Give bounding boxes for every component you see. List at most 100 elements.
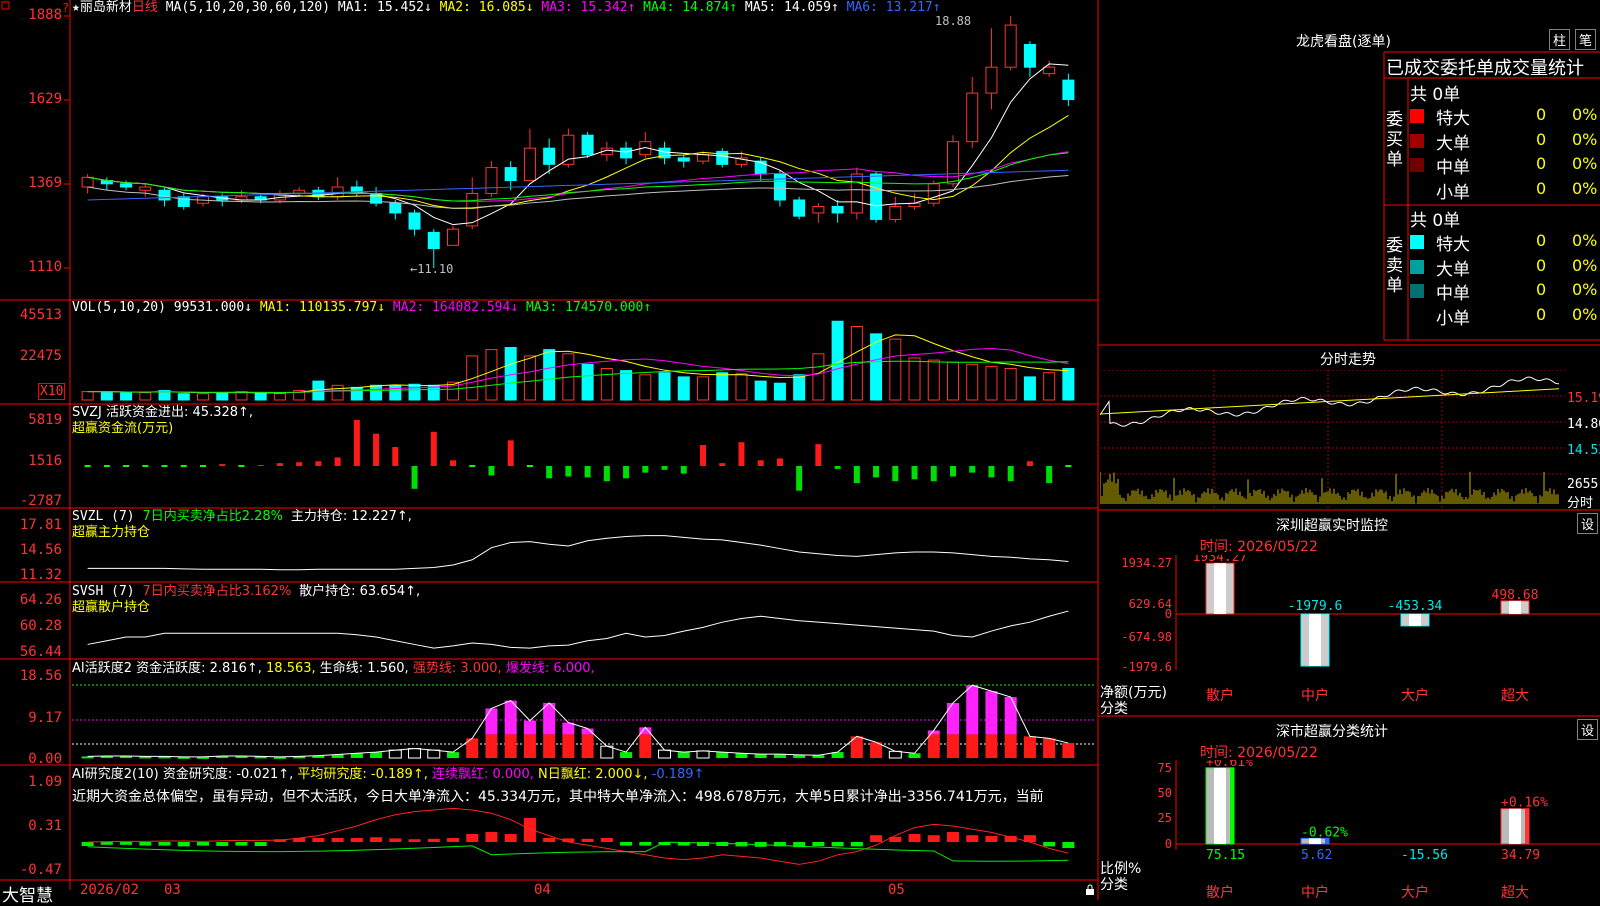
sc-time: 时间: 2026/05/22 (1200, 745, 1318, 761)
average-line (87, 841, 1069, 862)
fund-inflow-bar (219, 464, 226, 466)
strong-bar (947, 734, 959, 758)
order-percent: 0% (1572, 105, 1598, 124)
volume-bar-down (620, 370, 633, 401)
stock-name[interactable]: 丽岛新材 (80, 0, 132, 15)
volume-bar-down (350, 386, 363, 401)
period-label[interactable]: 日线 (132, 0, 158, 15)
fund-inflow-bar (334, 457, 341, 466)
bar-view-button[interactable]: 柱 (1549, 29, 1571, 50)
strong-bar (985, 734, 998, 758)
ai-activity-chart[interactable] (72, 676, 1096, 762)
weak-bar (620, 752, 633, 758)
ai-research-chart[interactable] (72, 804, 1096, 878)
intraday-chart[interactable] (1100, 370, 1565, 508)
candle-up (485, 167, 498, 195)
volume-chart[interactable] (72, 316, 1096, 402)
candle-down (120, 183, 133, 188)
sz-bar-highlight (1409, 614, 1421, 626)
burst-bar (523, 720, 536, 735)
research-pos-bar (523, 818, 536, 842)
fund-inflow-bar (776, 458, 783, 466)
research-neg-bar (197, 842, 209, 846)
candle-down (620, 147, 633, 159)
app-logo[interactable]: 大智慧 (2, 881, 53, 906)
vol-ma3-line (87, 360, 1069, 393)
star-icon[interactable]: ★ (72, 0, 80, 15)
fund-flow-dash (526, 465, 533, 467)
fund-inflow-bar (815, 444, 822, 466)
lock-icon[interactable] (1085, 884, 1095, 896)
weak-bar (735, 753, 748, 758)
intraday-title: 分时走势 (1320, 352, 1376, 368)
volume-bar-up (1004, 368, 1017, 401)
strong-bar (1023, 736, 1036, 758)
ma20-line (87, 151, 1069, 203)
research-pos-bar (485, 832, 498, 842)
burst-bar (947, 702, 959, 735)
candle-up (447, 228, 459, 246)
sc-bar-highlight (1509, 808, 1521, 844)
research-neg-bar (177, 842, 190, 847)
order-row: 小单 0 0% (1410, 304, 1600, 329)
sz-net-amount-chart[interactable]: 1934.27629.640-674.98-1979.61934.27-1979… (1100, 555, 1600, 715)
life-bar (408, 748, 422, 759)
order-size-label: 中单 (1436, 284, 1470, 304)
fund-outflow-bar (969, 466, 976, 473)
research-pos-bar (870, 835, 883, 842)
volume-bar-up (927, 359, 940, 401)
strong-bar (1062, 743, 1075, 758)
volume-bar-up (81, 391, 94, 401)
weak-bar (908, 753, 921, 758)
color-swatch (1410, 183, 1424, 197)
sc-ratio-chart[interactable]: 75 50 25 0 +0.61% 75.15 散户 -0.62% 5.62 中户 -15.56 大户… (1100, 760, 1600, 900)
air-value: AI研究度2(10) 资金研究度: -0.021↑, (72, 767, 294, 782)
research-neg-bar (158, 842, 171, 846)
fund-outflow-bar (488, 466, 495, 476)
life-bar (888, 750, 902, 759)
sc-settings-button[interactable]: 设 (1577, 719, 1599, 740)
research-neg-bar (139, 842, 152, 846)
research-neg-bar (639, 842, 652, 846)
weak-bar (447, 752, 459, 758)
svg-text:?: ? (62, 1, 69, 15)
volume-bar-up (908, 357, 921, 401)
candle-up (1043, 66, 1056, 75)
main-position-chart[interactable] (72, 520, 1096, 580)
vol-unit-badge[interactable]: X10 (38, 383, 66, 400)
volume-bar-up (523, 355, 536, 401)
candle-up (985, 66, 998, 94)
color-swatch (1410, 284, 1424, 298)
ai-tick: 18.56 (19, 668, 62, 684)
date-axis-apr: 04 (534, 882, 551, 898)
sc-bar-change: +0.16% (1501, 796, 1548, 811)
order-size-label: 大单 (1436, 133, 1470, 154)
volume-bar-down (370, 384, 383, 401)
retail-position-line (87, 610, 1069, 649)
retail-position-chart[interactable] (72, 596, 1096, 658)
order-row: 小单 0 0% (1410, 178, 1600, 203)
candle-down (177, 196, 190, 207)
ma-value: MA4: 14.874↑ (635, 0, 738, 15)
volume-bar-down (543, 349, 556, 401)
research-neg-bar (850, 842, 863, 847)
sz-bar-highlight (1309, 614, 1321, 666)
intraday-unit[interactable]: 分时 (1567, 492, 1593, 511)
fund-flow-chart[interactable] (72, 420, 1096, 506)
sc-y-tick: 0 (1165, 837, 1172, 851)
order-size-label: 特大 (1436, 109, 1470, 129)
sc-bar-change: +0.61% (1206, 760, 1253, 770)
buy-order-rows: 特大 0 0% 大单 0 0% 中单 0 0% 小单 0 0% (1410, 104, 1600, 203)
color-swatch (1410, 235, 1424, 249)
sz-settings-button[interactable]: 设 (1577, 513, 1599, 534)
sz-y-tick: -1979.6 (1121, 660, 1172, 674)
fund-inflow-bar (450, 460, 456, 466)
candlestick-chart[interactable] (72, 14, 1096, 286)
tick-view-button[interactable]: 笔 (1575, 29, 1597, 50)
order-size-label: 小单 (1436, 182, 1470, 203)
candle-up (562, 134, 575, 165)
volume-bar-down (658, 372, 671, 401)
order-size-label: 小单 (1436, 308, 1470, 329)
candle-down (831, 205, 844, 214)
sz-category: 超大 (1501, 688, 1529, 704)
